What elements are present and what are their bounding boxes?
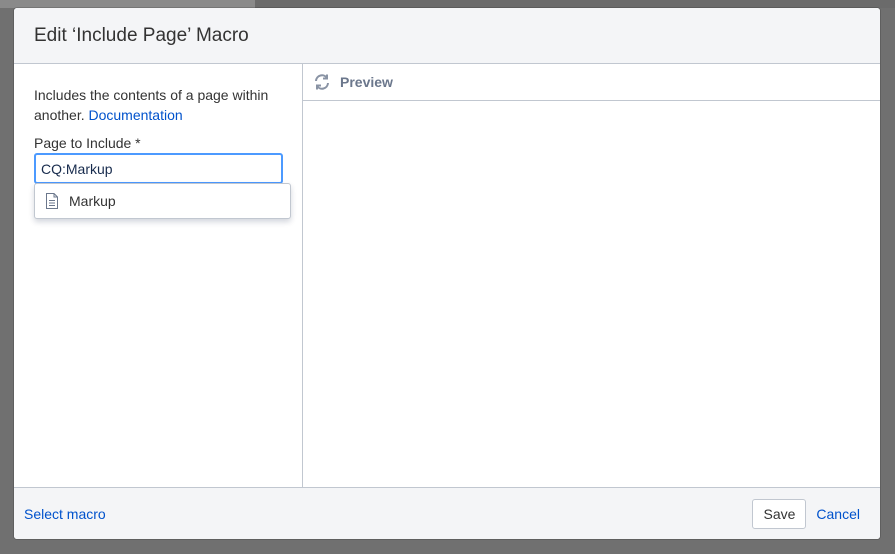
preview-header: Preview: [303, 64, 880, 101]
backdrop-highlight: [0, 0, 255, 8]
macro-dialog: Edit ‘Include Page’ Macro Includes the c…: [14, 8, 880, 539]
refresh-icon[interactable]: [313, 73, 331, 91]
preview-label: Preview: [340, 74, 393, 90]
backdrop: [0, 0, 895, 8]
save-button[interactable]: Save: [752, 498, 807, 529]
page-suggestion-dropdown: Markup: [34, 183, 291, 219]
macro-parameters-pane: Includes the contents of a page within a…: [14, 64, 303, 487]
footer-actions: Save Cancel: [752, 498, 860, 529]
documentation-link[interactable]: Documentation: [89, 107, 183, 123]
page-to-include-label: Page to Include *: [34, 135, 141, 151]
preview-area: [303, 101, 880, 487]
page-icon: [46, 193, 58, 209]
dialog-body: Includes the contents of a page within a…: [14, 64, 880, 487]
suggestion-label: Markup: [69, 193, 116, 209]
suggestion-item[interactable]: Markup: [45, 184, 290, 218]
dialog-footer: Select macro Save Cancel: [14, 487, 880, 539]
dialog-title: Edit ‘Include Page’ Macro: [34, 24, 249, 46]
select-macro-link[interactable]: Select macro: [24, 506, 106, 522]
preview-pane: Preview: [303, 64, 880, 487]
page-to-include-input[interactable]: [34, 153, 283, 184]
macro-description: Includes the contents of a page within a…: [34, 85, 282, 125]
dialog-header: Edit ‘Include Page’ Macro: [14, 8, 880, 64]
cancel-link[interactable]: Cancel: [816, 506, 860, 522]
